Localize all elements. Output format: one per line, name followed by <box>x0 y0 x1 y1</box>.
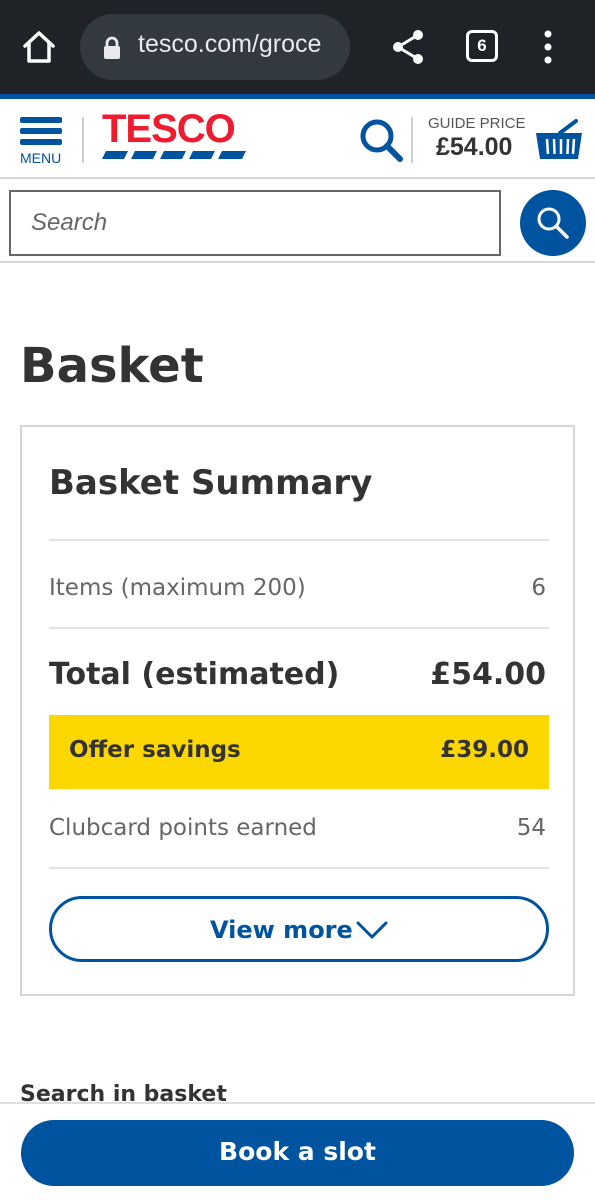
book-slot-label: Book a slot <box>219 1137 376 1166</box>
divider <box>49 539 549 541</box>
total-label: Total (estimated) <box>49 657 340 692</box>
clubcard-value: 54 <box>516 815 546 841</box>
view-more-label: View more <box>210 916 353 944</box>
home-icon[interactable] <box>20 28 58 66</box>
guide-price-label: GUIDE PRICE <box>428 115 526 132</box>
clubcard-label: Clubcard points earned <box>49 815 317 841</box>
header-divider <box>82 117 84 163</box>
search-bar <box>0 181 595 263</box>
search-icon <box>537 207 569 239</box>
logo-stripes <box>102 151 246 159</box>
menu-button[interactable]: MENU <box>18 115 66 166</box>
logo-text: TESCO <box>102 107 236 151</box>
tesco-logo[interactable]: TESCO <box>100 107 250 163</box>
offer-savings-label: Offer savings <box>69 737 241 763</box>
chevron-down-icon <box>356 921 388 939</box>
items-label: Items (maximum 200) <box>49 575 306 601</box>
guide-price-value: £54.00 <box>436 133 513 161</box>
menu-label: MENU <box>20 150 62 166</box>
lock-icon <box>102 36 122 60</box>
page-title: Basket <box>20 338 204 394</box>
basket-icon[interactable] <box>534 119 584 163</box>
browser-toolbar: tesco.com/groce 6 <box>0 0 595 94</box>
total-value: £54.00 <box>430 657 546 692</box>
offer-savings-banner: Offer savings £39.00 <box>49 715 549 789</box>
header-divider <box>411 117 413 163</box>
url-bar[interactable]: tesco.com/groce <box>80 14 350 80</box>
url-text: tesco.com/groce <box>138 30 322 58</box>
search-submit-button[interactable] <box>520 190 586 256</box>
site-header: MENU TESCO GUIDE PRICE £54.00 <box>0 99 595 179</box>
more-vert-icon[interactable] <box>538 28 558 66</box>
offer-savings-value: £39.00 <box>440 737 529 763</box>
items-value: 6 <box>531 575 546 601</box>
basket-summary-card: Basket Summary Items (maximum 200) 6 Tot… <box>20 425 575 996</box>
hamburger-menu-icon <box>20 117 62 123</box>
tabs-icon[interactable]: 6 <box>466 30 498 62</box>
search-input[interactable] <box>9 190 501 256</box>
share-icon[interactable] <box>390 28 426 66</box>
divider <box>49 867 549 869</box>
view-more-button[interactable]: View more <box>49 896 549 962</box>
divider <box>49 627 549 629</box>
summary-title: Basket Summary <box>49 463 373 503</box>
book-slot-button[interactable]: Book a slot <box>21 1120 574 1186</box>
sticky-footer: Book a slot <box>0 1102 595 1200</box>
search-icon[interactable] <box>358 117 404 163</box>
